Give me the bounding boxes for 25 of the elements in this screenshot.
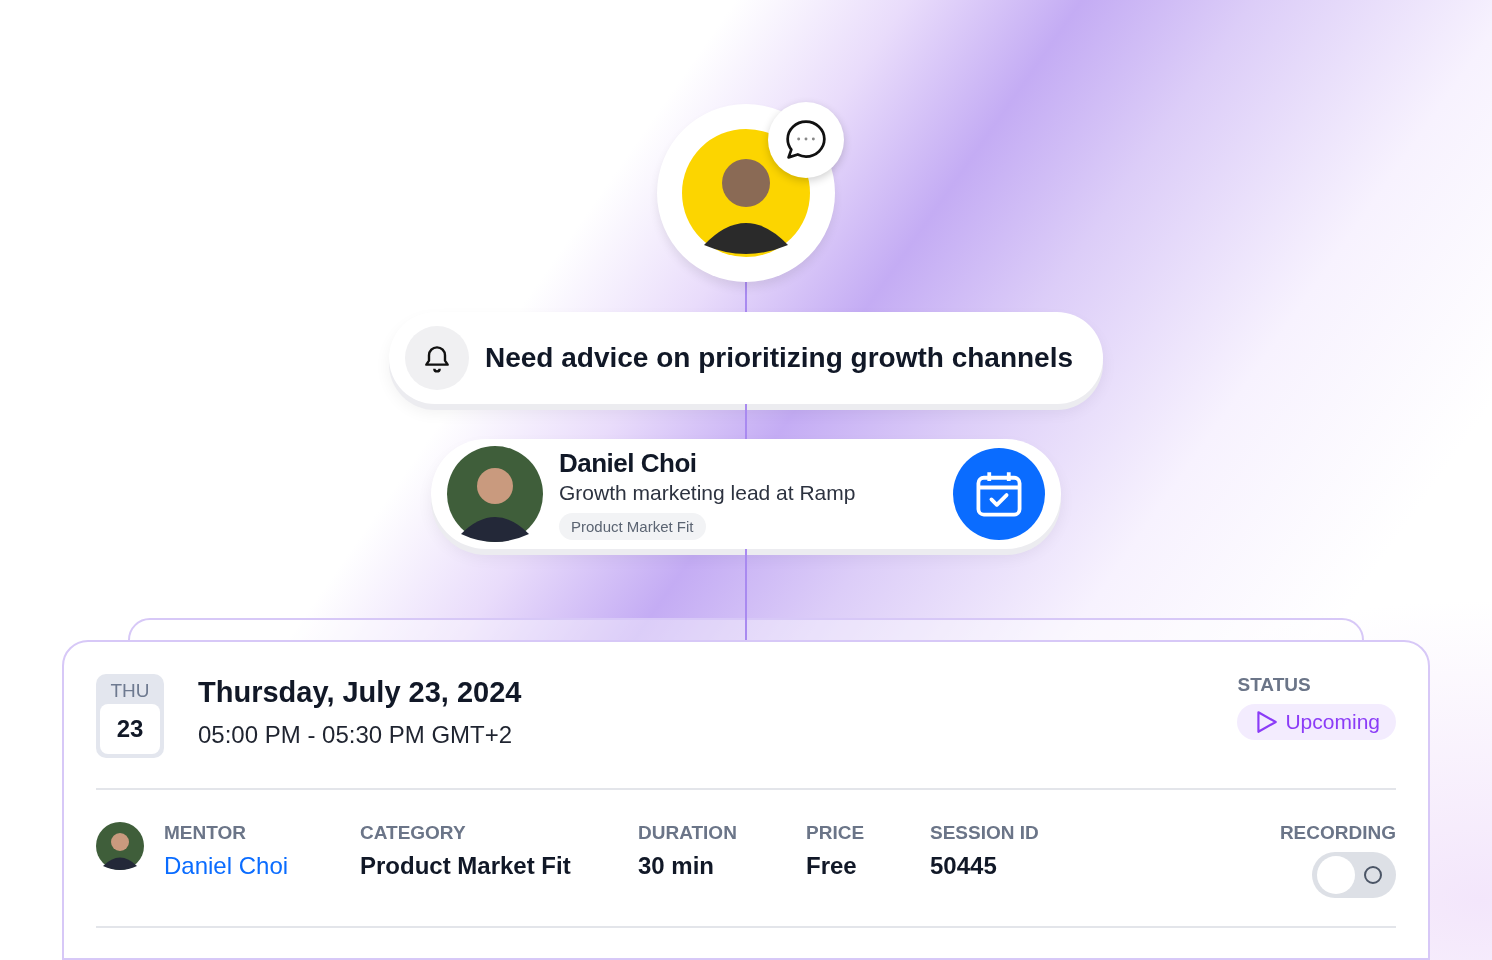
status-label: STATUS bbox=[1237, 674, 1311, 696]
field-label: SESSION ID bbox=[930, 822, 1039, 844]
mentor-title: Growth marketing lead at Ramp bbox=[559, 480, 856, 505]
category-tag: Product Market Fit bbox=[559, 512, 706, 540]
recording-toggle[interactable] bbox=[1312, 852, 1396, 898]
field-label: DURATION bbox=[638, 822, 737, 844]
mentor-name: Daniel Choi bbox=[559, 447, 697, 479]
session-time: 05:00 PM - 05:30 PM GMT+2 bbox=[198, 721, 514, 749]
status-badge: Upcoming bbox=[1237, 704, 1396, 740]
field-value: Product Market Fit bbox=[360, 852, 571, 880]
field-label: MENTOR bbox=[164, 822, 246, 844]
weekday-label: THU bbox=[110, 679, 150, 703]
field-label: CATEGORY bbox=[360, 822, 466, 844]
day-number: 23 bbox=[100, 704, 160, 754]
chat-button[interactable] bbox=[768, 102, 844, 178]
chat-bubble-icon bbox=[784, 118, 828, 162]
field-value: Free bbox=[806, 852, 857, 880]
field-value: 50445 bbox=[930, 852, 997, 880]
session-date: Thursday, July 23, 2024 bbox=[198, 676, 522, 709]
field-value: 30 min bbox=[638, 852, 715, 880]
question-text: Need advice on prioritizing growth channels bbox=[484, 341, 1074, 374]
field-label: PRICE bbox=[806, 822, 865, 844]
mentor-link[interactable]: Daniel Choi bbox=[164, 852, 289, 880]
avatar bbox=[96, 822, 144, 870]
recording-label: RECORDING bbox=[1279, 822, 1396, 844]
